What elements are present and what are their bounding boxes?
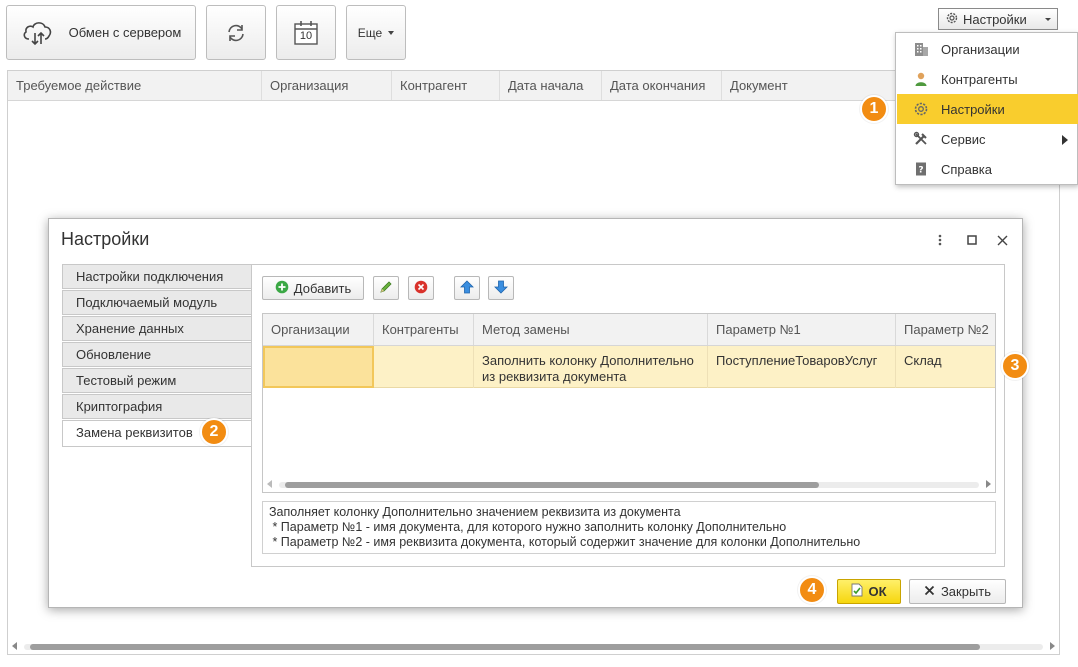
tab-connection[interactable]: Настройки подключения	[62, 264, 252, 289]
chevron-down-icon	[1045, 17, 1051, 21]
scroll-left-icon[interactable]	[12, 642, 17, 650]
chevron-right-icon	[1062, 135, 1068, 145]
scroll-thumb[interactable]	[30, 644, 980, 650]
cell-organization[interactable]	[263, 346, 374, 388]
col-organization[interactable]: Организация	[262, 71, 392, 100]
menu-item-label: Контрагенты	[941, 71, 1018, 87]
main-horizontal-scrollbar[interactable]	[8, 639, 1059, 653]
more-label: Еще	[357, 25, 383, 40]
menu-item-settings[interactable]: Настройки	[897, 94, 1078, 124]
exchange-button[interactable]: Обмен с сервером	[6, 5, 196, 60]
tab-test-mode[interactable]: Тестовый режим	[62, 368, 252, 393]
cell-parameter-1[interactable]: ПоступлениеТоваровУслуг	[708, 346, 896, 388]
replacement-grid: Организации Контрагенты Метод замены Пар…	[262, 313, 996, 493]
step-badge-2: 2	[200, 418, 228, 446]
delete-button[interactable]	[408, 276, 434, 300]
pencil-icon	[379, 280, 393, 297]
tab-plugin-module[interactable]: Подключаемый модуль	[62, 290, 252, 315]
scroll-left-icon[interactable]	[267, 480, 272, 488]
replacement-grid-header: Организации Контрагенты Метод замены Пар…	[263, 314, 995, 346]
cell-parameter-2[interactable]: Склад	[896, 346, 995, 388]
check-document-icon	[851, 583, 863, 600]
help-icon: ?	[913, 161, 929, 177]
method-line-2: из реквизита документа	[482, 369, 627, 384]
settings-dialog: Настройки Настройки подключения Подключа…	[48, 218, 1023, 608]
settings-menu-button[interactable]: Настройки	[938, 8, 1058, 30]
move-down-button[interactable]	[488, 276, 514, 300]
refresh-button[interactable]	[206, 5, 266, 60]
cell-contractor[interactable]	[374, 346, 474, 388]
svg-text:?: ?	[918, 166, 923, 176]
more-actions-icon[interactable]	[931, 231, 949, 249]
cloud-sync-icon	[21, 18, 55, 48]
calendar-day: 10	[299, 29, 313, 42]
close-icon[interactable]	[993, 231, 1011, 249]
description-line: * Параметр №1 - имя документа, для котор…	[269, 520, 787, 534]
cell-replace-method[interactable]: Заполнить колонку Дополнительно из рекви…	[474, 346, 708, 388]
gear-icon	[913, 101, 929, 117]
add-button[interactable]: Добавить	[262, 276, 364, 300]
replacement-description: Заполняет колонку Дополнительно значение…	[262, 501, 996, 554]
method-line-1: Заполнить колонку Дополнительно	[482, 353, 694, 368]
tools-icon	[913, 131, 929, 147]
scroll-right-icon[interactable]	[986, 480, 991, 488]
more-button[interactable]: Еще	[346, 5, 406, 60]
delete-icon	[414, 280, 428, 297]
chevron-down-icon	[388, 30, 395, 35]
col-contractors[interactable]: Контрагенты	[374, 314, 474, 345]
tab-cryptography[interactable]: Криптография	[62, 394, 252, 419]
refresh-icon	[225, 22, 247, 44]
ok-label: ОК	[868, 584, 887, 599]
description-line: * Параметр №2 - имя реквизита документа,…	[269, 535, 861, 549]
description-line: Заполняет колонку Дополнительно значение…	[269, 505, 681, 519]
col-contractor[interactable]: Контрагент	[392, 71, 500, 100]
gear-icon	[945, 11, 959, 28]
dialog-title: Настройки	[61, 229, 150, 249]
arrow-up-icon	[460, 279, 474, 297]
tab-update[interactable]: Обновление	[62, 342, 252, 367]
menu-item-help[interactable]: ? Справка	[897, 154, 1078, 184]
col-end-date[interactable]: Дата окончания	[602, 71, 722, 100]
menu-item-organizations[interactable]: Организации	[897, 34, 1078, 64]
move-up-button[interactable]	[454, 276, 480, 300]
step-badge-3: 3	[1001, 352, 1029, 380]
col-start-date[interactable]: Дата начала	[500, 71, 602, 100]
settings-dropdown-menu: Организации Контрагенты Настройки Сервис	[895, 32, 1078, 185]
person-icon	[913, 71, 929, 87]
menu-item-label: Организации	[941, 41, 1020, 57]
settings-menu-label: Настройки	[963, 11, 1027, 27]
menu-item-label: Сервис	[941, 131, 986, 147]
maximize-icon[interactable]	[963, 231, 981, 249]
ok-button[interactable]: ОК	[837, 579, 901, 604]
edit-button[interactable]	[373, 276, 399, 300]
menu-item-label: Справка	[941, 161, 992, 177]
col-parameter-1[interactable]: Параметр №1	[708, 314, 896, 345]
step-badge-1: 1	[860, 95, 888, 123]
col-replace-method[interactable]: Метод замены	[474, 314, 708, 345]
table-row[interactable]: Заполнить колонку Дополнительно из рекви…	[263, 346, 995, 388]
step-badge-4: 4	[798, 576, 826, 604]
col-document[interactable]: Документ	[722, 71, 922, 100]
close-button[interactable]: Закрыть	[909, 579, 1006, 604]
col-parameter-2[interactable]: Параметр №2	[896, 314, 995, 345]
add-label: Добавить	[293, 280, 352, 296]
scroll-thumb[interactable]	[285, 482, 819, 488]
close-label: Закрыть	[940, 584, 992, 599]
col-required-action[interactable]: Требуемое действие	[8, 71, 262, 100]
tab-data-storage[interactable]: Хранение данных	[62, 316, 252, 341]
menu-item-contractors[interactable]: Контрагенты	[897, 64, 1078, 94]
plus-circle-icon	[275, 280, 289, 297]
calendar-icon: 10	[293, 20, 319, 46]
calendar-button[interactable]: 10	[276, 5, 336, 60]
arrow-down-icon	[494, 280, 508, 297]
menu-item-service[interactable]: Сервис	[897, 124, 1078, 154]
building-icon	[913, 41, 929, 57]
menu-item-label: Настройки	[941, 101, 1005, 117]
exchange-label: Обмен с сервером	[68, 25, 182, 40]
grid-horizontal-scrollbar[interactable]	[263, 477, 995, 491]
scroll-right-icon[interactable]	[1050, 642, 1055, 650]
requisite-replacement-panel: Добавить Организации Контрагенты Метод з…	[251, 264, 1005, 567]
col-organizations[interactable]: Организации	[263, 314, 374, 345]
close-icon	[924, 584, 935, 599]
